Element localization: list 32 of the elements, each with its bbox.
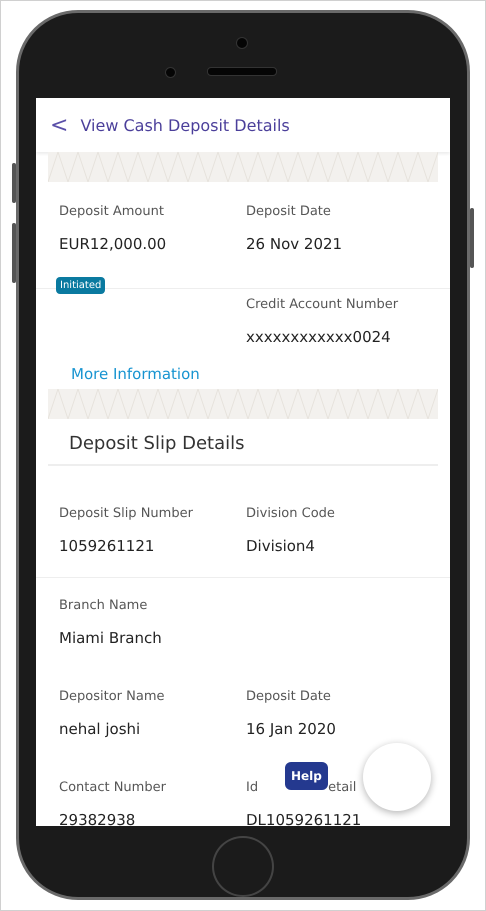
- field-value: 26 Nov 2021: [246, 235, 344, 254]
- status-badge: Initiated: [56, 277, 106, 294]
- field-value: EUR12,000.00: [59, 235, 168, 254]
- field-label: Credit Account Number: [246, 297, 400, 312]
- field-value: 29382938: [59, 811, 136, 826]
- section-title: Deposit Slip Details: [48, 419, 438, 466]
- floating-action-button[interactable]: [363, 743, 431, 812]
- field-label: Deposit Date: [246, 689, 331, 704]
- sensor-icon: [165, 67, 176, 78]
- back-button[interactable]: <: [50, 112, 68, 138]
- field-value: 1059261121: [59, 537, 156, 556]
- field-value: DL1059261121: [246, 811, 362, 826]
- speaker-icon: [207, 67, 277, 76]
- field-value: Miami Branch: [59, 629, 163, 648]
- field-value: nehal joshi: [59, 720, 142, 738]
- help-button[interactable]: Help: [285, 762, 328, 790]
- field-label: Id: [246, 780, 258, 796]
- camera-icon: [236, 37, 248, 49]
- field-value: xxxxxxxxxxxx0024: [246, 328, 392, 346]
- home-button[interactable]: [212, 836, 274, 897]
- more-information-link[interactable]: More Information: [48, 359, 438, 384]
- field-value: Division4: [246, 537, 316, 556]
- field-value: 16 Jan 2020: [246, 720, 337, 738]
- field-label: Branch Name: [59, 598, 148, 614]
- field-label: Deposit Date: [246, 204, 332, 220]
- field-label: Contact Number: [59, 780, 166, 796]
- field-label: Depositor Name: [59, 689, 164, 704]
- field-label: Division Code: [246, 506, 335, 522]
- field-label: Deposit Slip Number: [59, 506, 193, 522]
- field-label: etail: [328, 780, 356, 796]
- page-title: View Cash Deposit Details: [80, 116, 290, 135]
- field-label: Deposit Amount: [59, 204, 165, 220]
